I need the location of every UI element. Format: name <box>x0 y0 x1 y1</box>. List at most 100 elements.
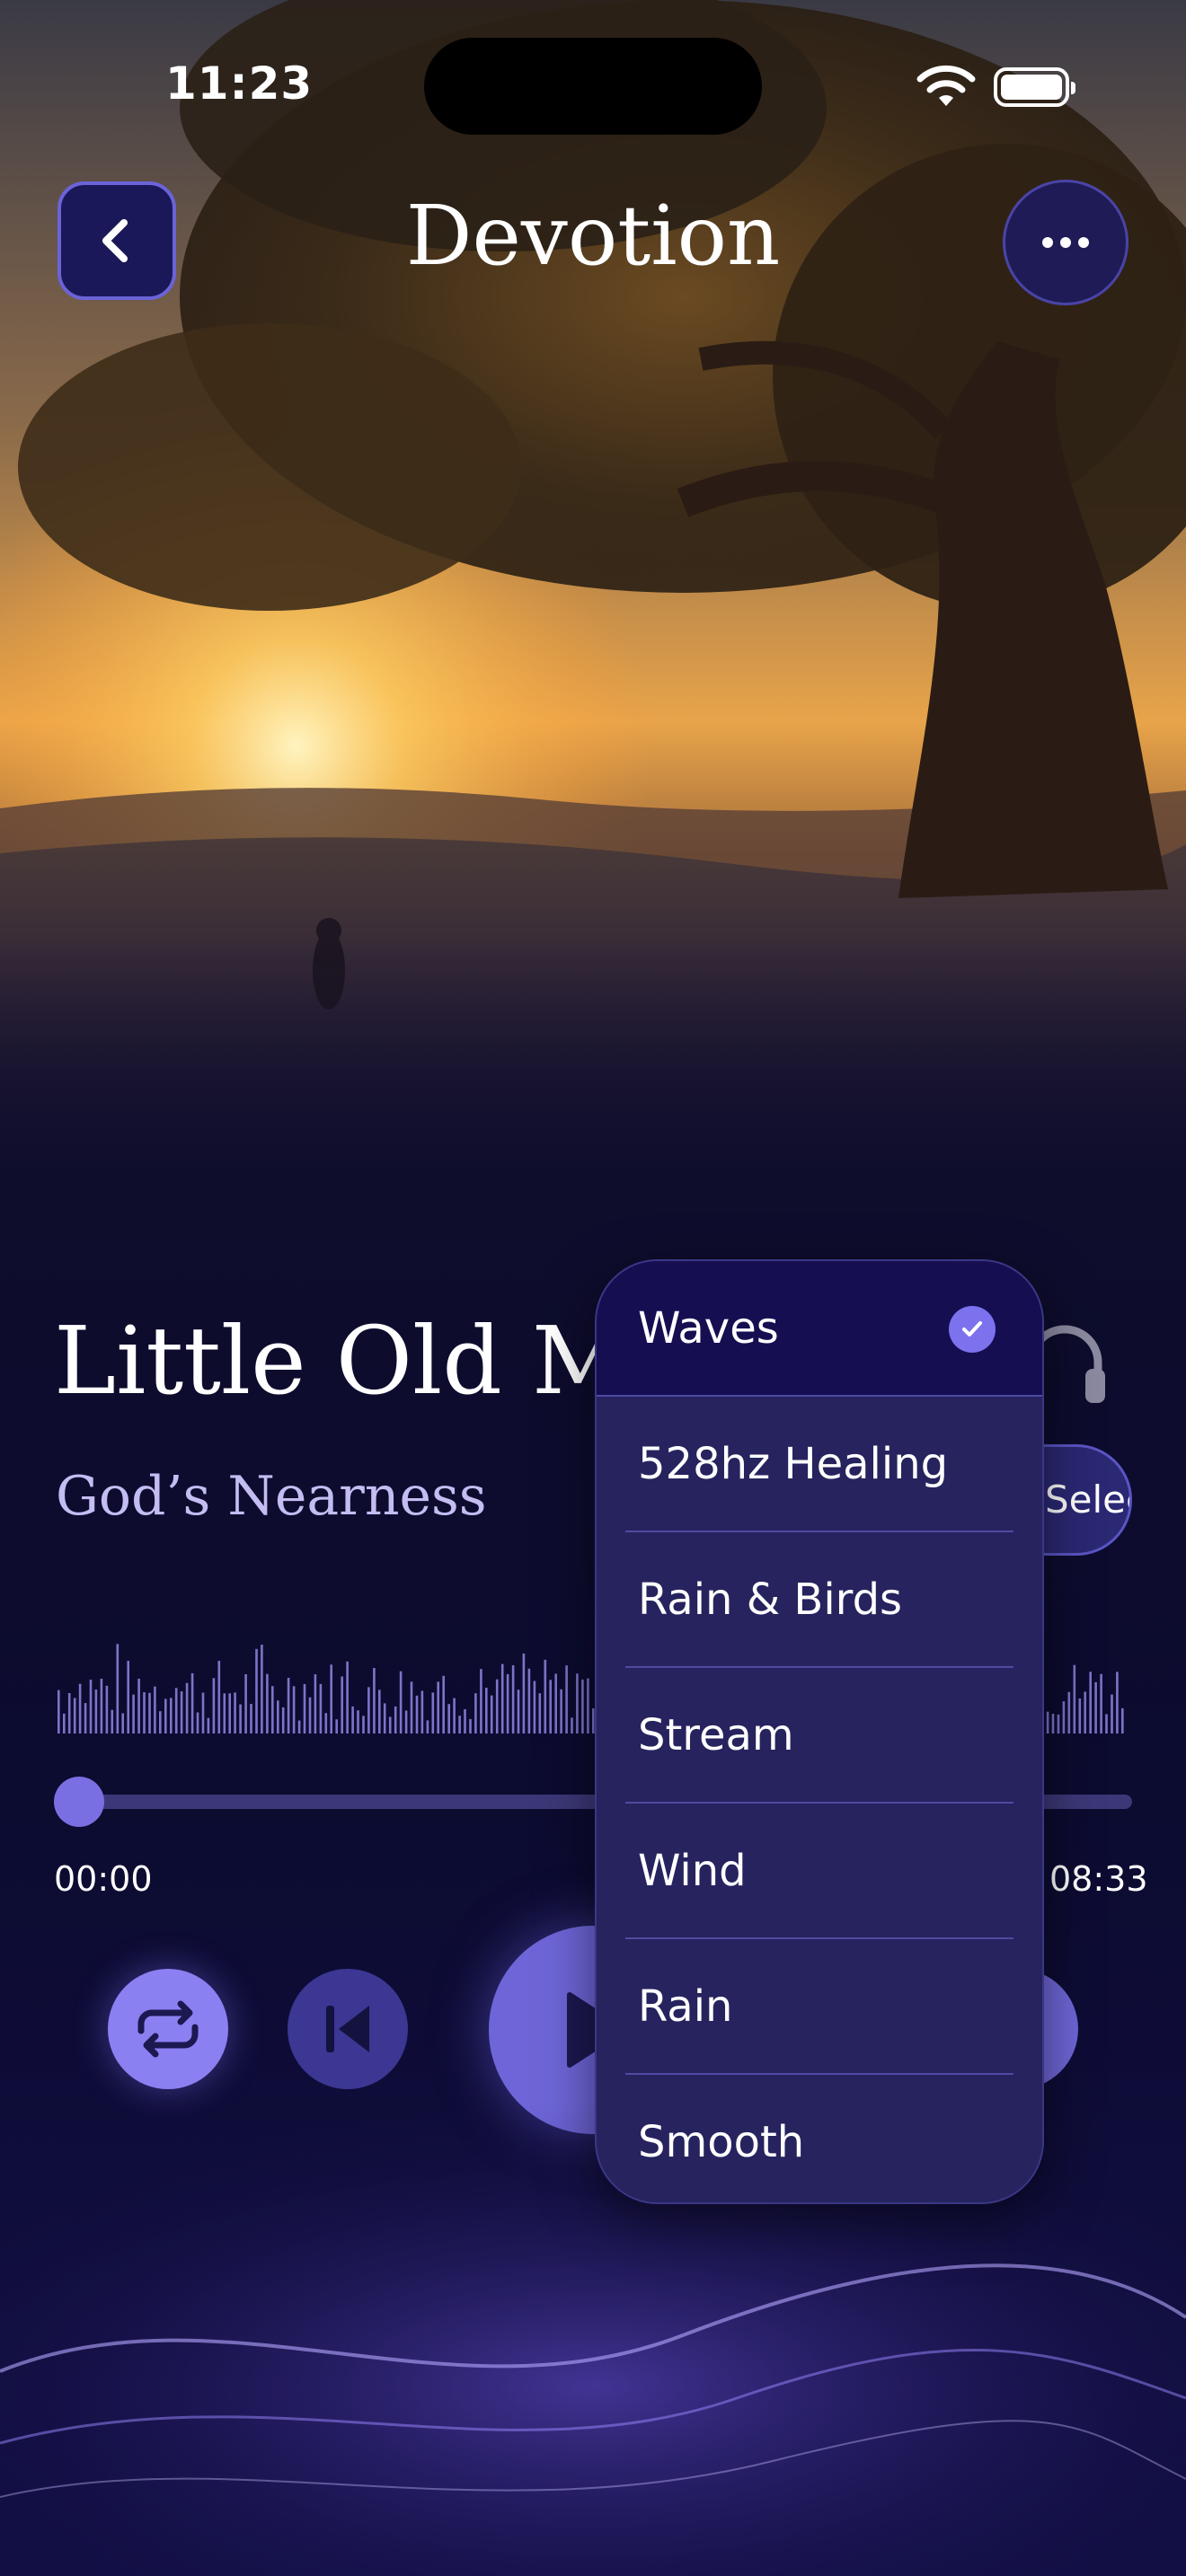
waveform-bar <box>228 1693 231 1734</box>
waveform-bar <box>357 1710 359 1734</box>
waveform-bar <box>549 1680 552 1734</box>
waveform-bar <box>565 1665 568 1734</box>
sound-option-528hz-healing[interactable]: 528hz Healing <box>597 1397 1042 1532</box>
track-title: Little Old Me <box>54 1306 683 1416</box>
waveform-bar <box>373 1668 376 1734</box>
waveform-bar <box>426 1720 429 1734</box>
sound-option-label: 528hz Healing <box>638 1439 949 1489</box>
waveform-bar <box>255 1648 258 1734</box>
waveform-bar <box>239 1704 242 1734</box>
waveform-bar <box>127 1661 129 1734</box>
waveform-bar <box>185 1682 189 1734</box>
sound-dropdown-menu: Waves 528hz Healing Rain & Birds Stream … <box>595 1259 1044 2204</box>
waveform-bar <box>1111 1694 1113 1734</box>
more-options-button[interactable] <box>1003 180 1128 305</box>
waveform-bar <box>111 1709 114 1734</box>
waveform-bar <box>324 1713 328 1734</box>
dynamic-island <box>424 38 762 135</box>
waveform-bar <box>314 1674 317 1734</box>
waveform-bar <box>469 1718 472 1734</box>
waveform-bar <box>351 1706 354 1734</box>
battery-icon <box>994 67 1075 107</box>
sound-option-rain[interactable]: Rain <box>597 1939 1042 2075</box>
waveform-bar <box>346 1661 349 1734</box>
sound-option-label: Wind <box>638 1846 747 1896</box>
waveform-bar <box>1089 1672 1092 1734</box>
waveform-bar <box>511 1665 515 1734</box>
sound-option-label: Waves <box>638 1303 779 1354</box>
waveform-bar <box>367 1687 370 1734</box>
waveform-bar <box>196 1712 199 1734</box>
waveform-bar <box>554 1673 557 1734</box>
waveform-bar <box>116 1644 119 1734</box>
waveform-bar <box>164 1698 167 1734</box>
waveform-bar <box>1046 1711 1049 1734</box>
waveform-bar <box>399 1671 403 1734</box>
sound-option-wind[interactable]: Wind <box>597 1804 1042 1939</box>
waveform-bar <box>207 1717 210 1734</box>
sound-option-stream[interactable]: Stream <box>597 1668 1042 1804</box>
previous-button[interactable] <box>288 1969 408 2089</box>
back-button[interactable] <box>58 181 176 300</box>
wifi-icon <box>916 65 976 106</box>
waveform-bar <box>174 1688 178 1734</box>
waveform-bar <box>137 1679 140 1734</box>
waveform-bar <box>250 1704 252 1734</box>
ellipsis-icon <box>1042 237 1089 248</box>
waveform-bar <box>261 1645 263 1734</box>
progress-thumb[interactable] <box>54 1777 104 1827</box>
waveform-bar <box>84 1703 87 1734</box>
sound-option-smooth[interactable]: Smooth <box>597 2075 1042 2202</box>
waveform-bar <box>495 1679 499 1734</box>
skip-back-icon <box>326 2006 369 2052</box>
waveform-bar <box>527 1668 531 1734</box>
waveform-bar <box>180 1691 183 1734</box>
track-subtitle: God’s Nearness <box>56 1465 487 1528</box>
waveform-bar <box>522 1653 526 1734</box>
status-time: 11:23 <box>165 57 314 110</box>
waveform-bar <box>58 1689 60 1734</box>
sound-option-rain-birds[interactable]: Rain & Birds <box>597 1532 1042 1668</box>
waveform-bar <box>587 1678 589 1734</box>
waveform-bar <box>1078 1698 1082 1734</box>
waveform-bar <box>474 1693 477 1734</box>
waveform-bar <box>244 1674 247 1734</box>
waveform-bar <box>212 1678 216 1734</box>
waveform-bar <box>517 1689 520 1734</box>
waveform-bar <box>453 1698 456 1734</box>
repeat-icon <box>137 2000 199 2058</box>
waveform-bar <box>571 1717 573 1734</box>
sound-option-label: Rain & Birds <box>638 1575 903 1625</box>
waveform-bar <box>319 1683 323 1734</box>
waveform-bar <box>94 1689 98 1734</box>
waveform-bar <box>437 1681 439 1734</box>
waveform-bar <box>1062 1701 1066 1734</box>
waveform-bar <box>132 1694 135 1734</box>
waveform-bar <box>170 1698 173 1734</box>
waveform-bar <box>576 1673 579 1734</box>
waveform-bar <box>560 1689 562 1734</box>
waveform-bar <box>388 1716 392 1734</box>
waveform-bar <box>277 1700 279 1734</box>
waveform-bar <box>1116 1672 1119 1734</box>
waveform-bar <box>458 1716 461 1734</box>
player-screen: 11:23 Devotion Little Old Me God’s Nearn… <box>0 0 1186 2576</box>
sound-option-waves[interactable]: Waves <box>597 1261 1042 1397</box>
sound-option-label: Rain <box>638 1981 733 2032</box>
waveform-bar <box>234 1692 236 1734</box>
waveform-bar <box>63 1713 66 1734</box>
waveform-bar <box>383 1703 386 1734</box>
waveform-bar <box>271 1686 274 1734</box>
waveform-bar <box>506 1673 509 1734</box>
waveform-bar <box>420 1690 424 1734</box>
waveform-bar <box>410 1681 413 1734</box>
waveform-bar <box>73 1698 76 1734</box>
waveform-bar <box>404 1710 408 1734</box>
checkmark-icon <box>949 1306 996 1353</box>
waveform-bar <box>78 1683 82 1734</box>
waveform-bar <box>223 1693 226 1734</box>
waveform-bar <box>1105 1714 1108 1734</box>
waveform-bar <box>287 1678 290 1734</box>
waveform-bar <box>121 1713 124 1734</box>
repeat-button[interactable] <box>108 1969 228 2089</box>
